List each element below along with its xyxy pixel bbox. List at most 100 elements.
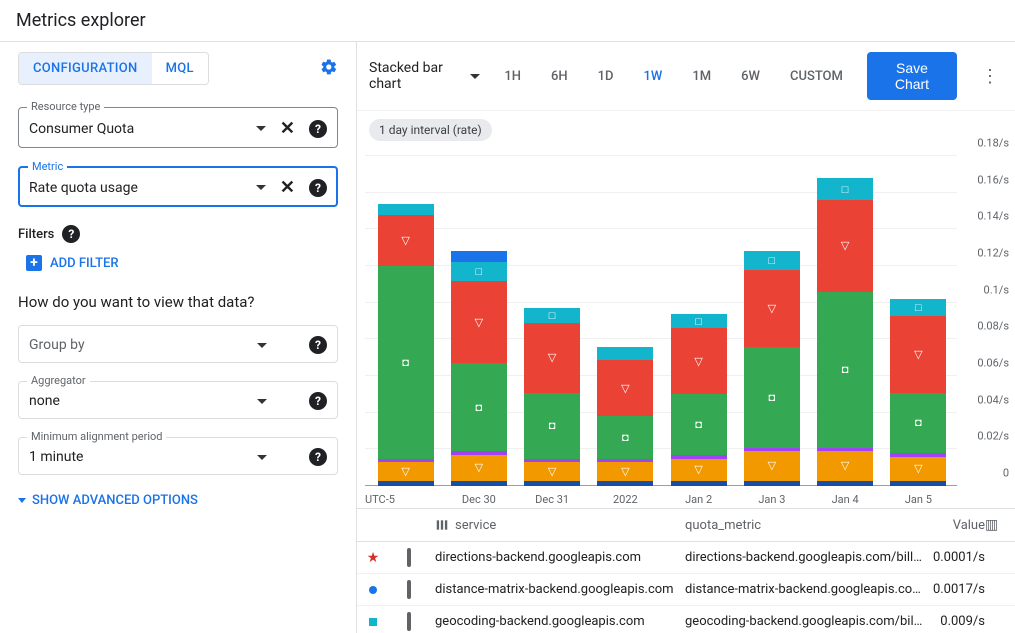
- bar-segment-green-a: ◘: [671, 394, 727, 455]
- x-tick-label: Dec 30: [451, 493, 507, 506]
- bar-column[interactable]: □▽◘▽: [817, 178, 873, 486]
- bar-column[interactable]: □▽◘▽: [451, 251, 507, 486]
- bar-segment-orange-a: ▽: [744, 451, 800, 480]
- bar-segment-red-a: ▽: [744, 270, 800, 347]
- y-tick-label: 0.1/s: [984, 283, 1009, 296]
- x-axis-labels: Dec 30Dec 312022Jan 2Jan 3Jan 4Jan 5: [369, 493, 955, 506]
- bar-segment-navy-a: [817, 481, 873, 487]
- close-icon[interactable]: ✕: [280, 118, 295, 139]
- help-icon[interactable]: ?: [309, 336, 327, 354]
- help-icon[interactable]: ?: [309, 179, 327, 197]
- range-1m[interactable]: 1M: [688, 63, 715, 90]
- series-checkbox[interactable]: [407, 580, 411, 599]
- help-icon[interactable]: ?: [62, 225, 80, 243]
- bar-column[interactable]: ▽◘▽: [378, 204, 434, 486]
- range-1w[interactable]: 1W: [640, 63, 667, 90]
- gear-icon[interactable]: [320, 58, 338, 80]
- bar-segment-teal-a: [378, 204, 434, 215]
- configuration-panel: CONFIGURATION MQL Resource type Consumer…: [0, 42, 357, 633]
- legend-row[interactable]: ★directions-backend.googleapis.comdirect…: [357, 542, 1015, 574]
- bar-column[interactable]: □▽◘▽: [744, 251, 800, 486]
- bar-segment-red-a: ▽: [890, 316, 946, 393]
- bar-segment-teal-a: [597, 347, 653, 360]
- add-filter-button[interactable]: + ADD FILTER: [26, 255, 338, 271]
- show-advanced-options[interactable]: SHOW ADVANCED OPTIONS: [18, 493, 338, 508]
- chart-type-label: Stacked bar chart: [369, 60, 464, 92]
- bar-segment-teal-a: □: [817, 178, 873, 200]
- plus-icon: +: [26, 255, 42, 271]
- aggregator-label: Aggregator: [27, 374, 90, 387]
- filters-heading: Filters ?: [18, 225, 338, 243]
- chart-type-selector[interactable]: Stacked bar chart: [369, 60, 480, 92]
- chevron-down-icon[interactable]: [256, 126, 266, 131]
- tab-configuration[interactable]: CONFIGURATION: [19, 53, 152, 84]
- y-tick-label: 0.08/s: [977, 320, 1009, 333]
- time-range-group: 1H 6H 1D 1W 1M 6W CUSTOM: [500, 63, 847, 90]
- chevron-down-icon[interactable]: [257, 399, 267, 404]
- config-tabs: CONFIGURATION MQL: [18, 52, 209, 85]
- bar-segment-navy-a: [524, 481, 580, 487]
- bar-segment-navy-a: [451, 481, 507, 487]
- bar-segment-orange-a: ▽: [524, 462, 580, 480]
- legend-table: service quota_metric Value ▥ ★ directions…: [357, 508, 1015, 633]
- page-title: Metrics explorer: [0, 0, 1015, 42]
- bar-segment-orange-a: ▽: [890, 457, 946, 481]
- bar-segment-green-a: ◘: [817, 292, 873, 448]
- x-tick-label: Jan 2: [671, 493, 727, 506]
- col-quota-metric: quota_metric: [685, 518, 925, 533]
- save-chart-button[interactable]: Save Chart: [867, 52, 957, 100]
- more-options-icon[interactable]: ⋮: [977, 66, 1003, 87]
- bar-segment-navy-a: [890, 481, 946, 487]
- series-marker-icon: ★: [367, 552, 379, 564]
- column-settings-icon[interactable]: ▥: [985, 517, 1005, 533]
- chevron-down-icon[interactable]: [256, 185, 266, 190]
- bar-segment-green-a: ◘: [378, 266, 434, 459]
- chevron-down-icon[interactable]: [257, 455, 267, 460]
- tab-mql[interactable]: MQL: [152, 53, 208, 84]
- bar-column[interactable]: ▽◘▽: [597, 347, 653, 486]
- range-6w[interactable]: 6W: [737, 63, 764, 90]
- legend-row[interactable]: distance-matrix-backend.googleapis.comdi…: [357, 574, 1015, 606]
- bar-segment-navy-a: [597, 481, 653, 487]
- x-tick-label: Jan 4: [817, 493, 873, 506]
- bar-segment-orange-a: ▽: [597, 462, 653, 480]
- legend-service: directions-backend.googleapis.com: [435, 550, 685, 565]
- col-service: service: [455, 518, 496, 533]
- range-6h[interactable]: 6H: [547, 63, 572, 90]
- x-tick-label: Jan 5: [890, 493, 946, 506]
- bar-column[interactable]: □▽◘▽: [671, 314, 727, 486]
- x-tick-label: 2022: [597, 493, 653, 506]
- aggregator-value: none: [29, 393, 60, 409]
- range-1h[interactable]: 1H: [500, 63, 525, 90]
- group-by-field[interactable]: Group by ?: [18, 325, 338, 363]
- series-checkbox[interactable]: [407, 612, 411, 631]
- bar-column[interactable]: □▽◘▽: [890, 299, 946, 486]
- resource-type-field[interactable]: Resource type Consumer Quota ✕ ?: [18, 107, 338, 148]
- help-icon[interactable]: ?: [309, 448, 327, 466]
- range-custom[interactable]: CUSTOM: [786, 63, 847, 90]
- filters-label: Filters: [18, 227, 54, 242]
- y-tick-label: 0.14/s: [977, 210, 1009, 223]
- min-align-field[interactable]: Minimum alignment period 1 minute ?: [18, 437, 338, 475]
- series-checkbox[interactable]: [407, 548, 411, 567]
- bar-segment-red-a: ▽: [671, 328, 727, 394]
- help-icon[interactable]: ?: [309, 392, 327, 410]
- metric-value: Rate quota usage: [29, 180, 138, 196]
- bar-column[interactable]: □▽◘▽: [524, 308, 580, 486]
- close-icon[interactable]: ✕: [280, 177, 295, 198]
- x-tick-label: Dec 31: [524, 493, 580, 506]
- range-1d[interactable]: 1D: [594, 63, 618, 90]
- help-icon[interactable]: ?: [309, 120, 327, 138]
- metric-field[interactable]: Metric Rate quota usage ✕ ?: [18, 166, 338, 207]
- stacked-bar-chart: ▽◘▽□▽◘▽□▽◘▽▽◘▽□▽◘▽□▽◘▽□▽◘▽□▽◘▽ UTC-5 Dec…: [357, 149, 1015, 508]
- aggregator-field[interactable]: Aggregator none ?: [18, 381, 338, 419]
- min-align-label: Minimum alignment period: [27, 430, 166, 443]
- bar-segment-orange-a: ▽: [671, 459, 727, 481]
- chevron-down-icon[interactable]: [257, 343, 267, 348]
- metric-label: Metric: [28, 160, 67, 173]
- y-tick-label: 0.16/s: [977, 173, 1009, 186]
- legend-header: service quota_metric Value ▥: [357, 509, 1015, 542]
- legend-row[interactable]: geocoding-backend.googleapis.comgeocodin…: [357, 606, 1015, 633]
- bar-segment-navy-a: [671, 481, 727, 487]
- view-question: How do you want to view that data?: [18, 293, 338, 311]
